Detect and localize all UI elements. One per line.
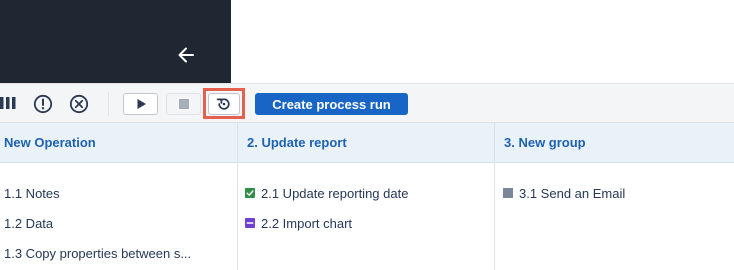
stop-icon [178, 99, 189, 109]
dark-header-panel [0, 0, 231, 83]
kanban-icon [0, 97, 16, 109]
alert-button[interactable] [32, 93, 54, 115]
list-item[interactable]: 1.2 Data [0, 208, 237, 238]
play-icon [137, 99, 146, 109]
list-item[interactable]: 1.3 Copy properties between s... [0, 238, 237, 268]
process-toolbar: Create process run [0, 83, 734, 123]
column-title: 2. Update report [247, 135, 347, 150]
back-button[interactable] [174, 43, 198, 67]
process-columns: New Operation 1.1 Notes 1.2 Data 1.3 Cop… [0, 123, 734, 270]
stop-button[interactable] [166, 93, 201, 115]
toolbar-divider [108, 92, 109, 116]
alert-circle-icon [33, 94, 53, 114]
square-icon [503, 188, 513, 198]
column-header[interactable]: New Operation [0, 123, 237, 163]
item-label: 1.3 Copy properties between s... [4, 245, 192, 261]
column-update-report: 2. Update report 2.1 Update reporting da… [238, 123, 495, 270]
item-label: 2.2 Import chart [261, 215, 353, 231]
cancel-button[interactable] [68, 93, 90, 115]
item-label: 1.2 Data [4, 215, 54, 231]
check-square-icon [245, 188, 255, 198]
column-header[interactable]: 3. New group [495, 123, 734, 163]
restart-button[interactable] [208, 93, 240, 115]
list-item[interactable]: 1.1 Notes [0, 178, 237, 208]
cancel-circle-icon [69, 94, 89, 114]
board-view-button[interactable] [0, 94, 18, 112]
list-item[interactable]: 3.1 Send an Email [495, 178, 734, 208]
column-title: 3. New group [504, 135, 586, 150]
list-item[interactable]: 2.1 Update reporting date [238, 178, 494, 208]
item-label: 1.1 Notes [4, 185, 60, 201]
minus-square-icon [245, 218, 255, 228]
run-button[interactable] [123, 93, 158, 115]
item-label: 2.1 Update reporting date [261, 185, 409, 201]
item-label: 3.1 Send an Email [519, 185, 626, 201]
list-item[interactable]: 2.2 Import chart [238, 208, 494, 238]
column-new-group: 3. New group 3.1 Send an Email [495, 123, 734, 270]
column-header[interactable]: 2. Update report [238, 123, 494, 163]
restart-icon [216, 98, 230, 110]
create-process-run-button[interactable]: Create process run [255, 93, 408, 115]
column-new-operation: New Operation 1.1 Notes 1.2 Data 1.3 Cop… [0, 123, 238, 270]
arrow-left-icon [178, 47, 194, 63]
